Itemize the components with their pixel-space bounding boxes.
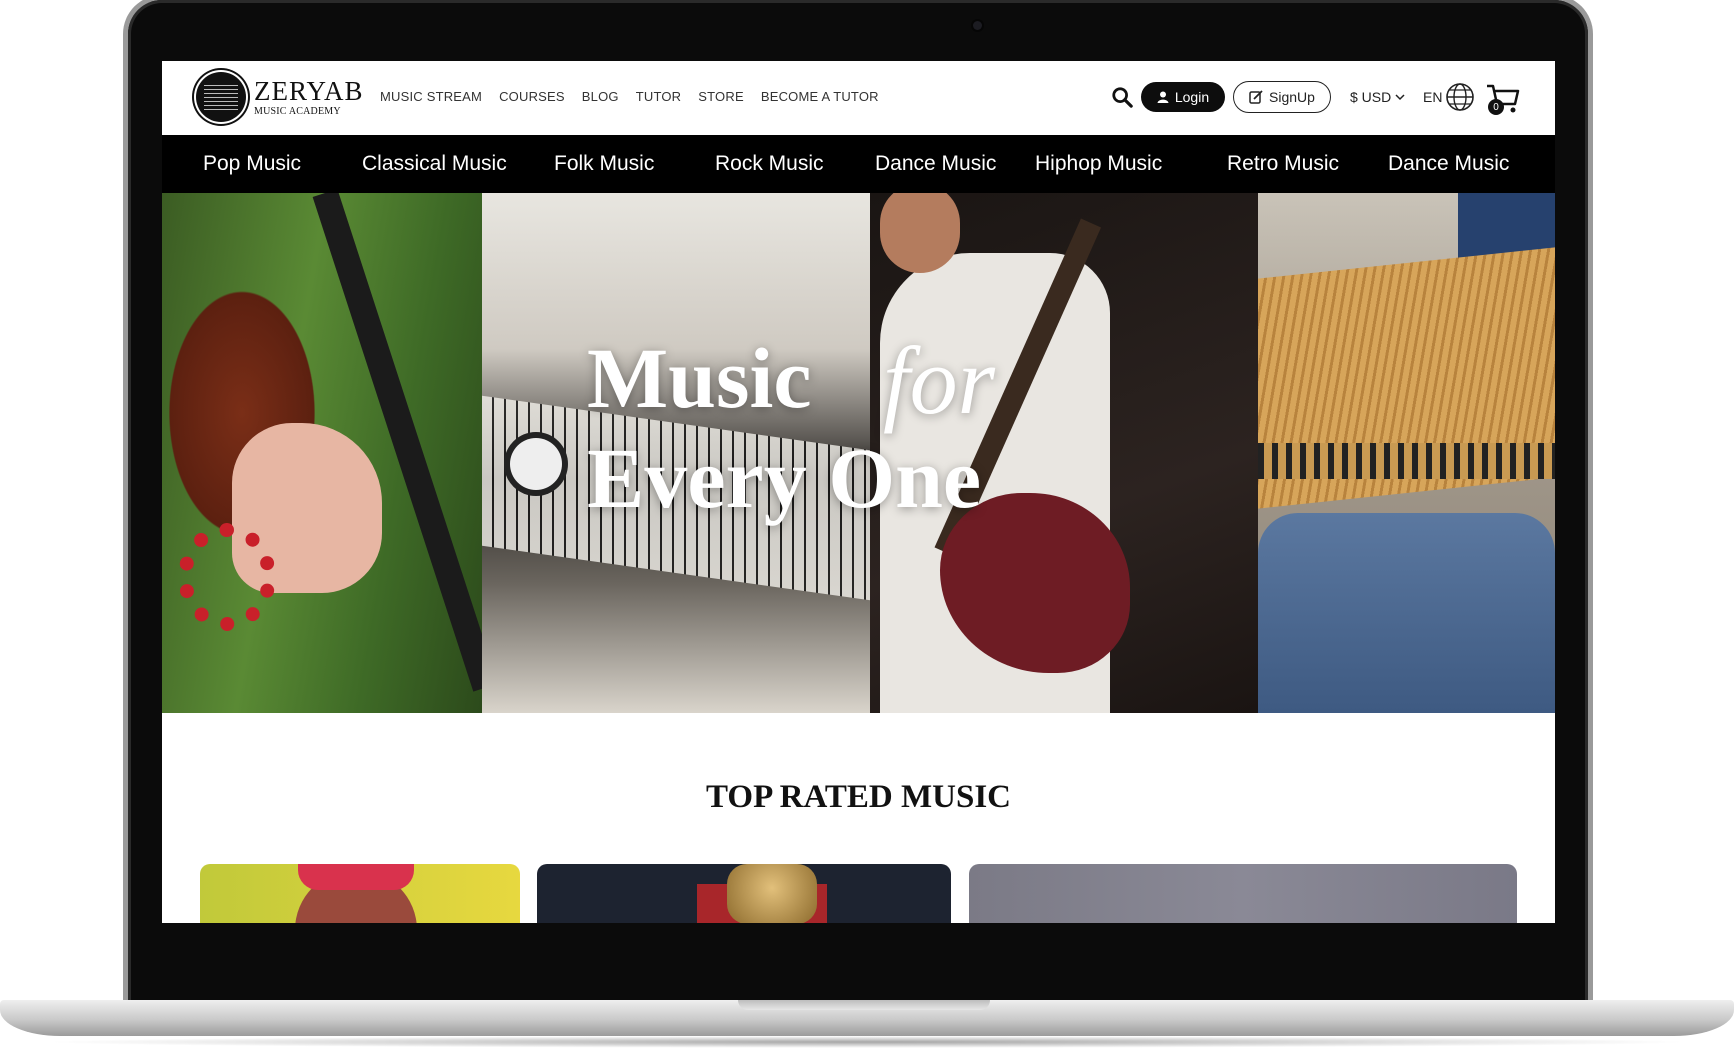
category-dance-music-2[interactable]: Dance Music: [1388, 135, 1509, 193]
hero-banner: Music for Every One: [162, 193, 1555, 713]
website-screen: ZERYAB MUSIC ACADEMY MUSIC STREAM COURSE…: [162, 61, 1555, 923]
nav-store[interactable]: STORE: [698, 89, 744, 104]
nav-tutor[interactable]: TUTOR: [636, 89, 682, 104]
hero-title-line1: Music: [587, 330, 812, 426]
signup-button[interactable]: SignUp: [1233, 81, 1331, 113]
music-card[interactable]: [537, 864, 951, 923]
section-title-top-rated: TOP RATED MUSIC: [706, 779, 1011, 815]
category-rock-music[interactable]: Rock Music: [715, 135, 824, 193]
category-retro-music[interactable]: Retro Music: [1227, 135, 1339, 193]
user-icon: [1157, 91, 1169, 103]
search-icon[interactable]: [1111, 86, 1133, 108]
jeans: [1258, 513, 1555, 713]
logo-text: ZERYAB MUSIC ACADEMY: [254, 75, 364, 117]
chevron-down-icon: [1395, 94, 1405, 101]
header: ZERYAB MUSIC ACADEMY MUSIC STREAM COURSE…: [162, 61, 1555, 135]
card-image-sax: [727, 864, 817, 923]
logo-mark-icon: [196, 72, 246, 122]
currency-value: $ USD: [1350, 89, 1392, 105]
watch: [510, 438, 562, 490]
hero-image-santur: [1258, 193, 1555, 713]
brand-subtitle: MUSIC ACADEMY: [254, 105, 341, 117]
hero-title-accent: for: [883, 327, 996, 434]
edit-icon: [1249, 90, 1263, 104]
logo[interactable]: ZERYAB MUSIC ACADEMY: [196, 72, 364, 122]
head: [880, 193, 960, 273]
category-bar: Pop Music Classical Music Folk Music Roc…: [162, 135, 1555, 193]
login-button[interactable]: Login: [1141, 82, 1225, 112]
nav-courses[interactable]: COURSES: [499, 89, 565, 104]
bracelet: [178, 523, 276, 631]
music-card[interactable]: [200, 864, 520, 923]
signup-label: SignUp: [1269, 89, 1315, 105]
music-card[interactable]: [969, 864, 1517, 923]
login-label: Login: [1174, 89, 1210, 105]
main-nav: MUSIC STREAM COURSES BLOG TUTOR STORE BE…: [380, 89, 879, 104]
nav-become-a-tutor[interactable]: BECOME A TUTOR: [761, 89, 879, 104]
nav-blog[interactable]: BLOG: [582, 89, 619, 104]
nav-music-stream[interactable]: MUSIC STREAM: [380, 89, 482, 104]
category-classical-music[interactable]: Classical Music: [362, 135, 507, 193]
laptop-notch: [738, 1000, 990, 1010]
brand-name: ZERYAB: [254, 75, 364, 106]
category-folk-music[interactable]: Folk Music: [554, 135, 654, 193]
camera-icon: [973, 21, 982, 30]
globe-icon[interactable]: [1445, 82, 1475, 112]
category-dance-music[interactable]: Dance Music: [875, 135, 996, 193]
santur-bridges: [1258, 443, 1555, 479]
hero-title-line2: Every One: [587, 430, 982, 526]
card-image-hat: [298, 864, 414, 890]
currency-selector[interactable]: $ USD: [1350, 89, 1405, 105]
laptop-shadow: [40, 1036, 1694, 1048]
language-selector[interactable]: EN: [1423, 89, 1442, 105]
category-hiphop-music[interactable]: Hiphop Music: [1035, 135, 1162, 193]
cart-count-badge: 0: [1488, 99, 1504, 115]
hero-image-violin: [162, 193, 482, 713]
category-pop-music[interactable]: Pop Music: [203, 135, 301, 193]
